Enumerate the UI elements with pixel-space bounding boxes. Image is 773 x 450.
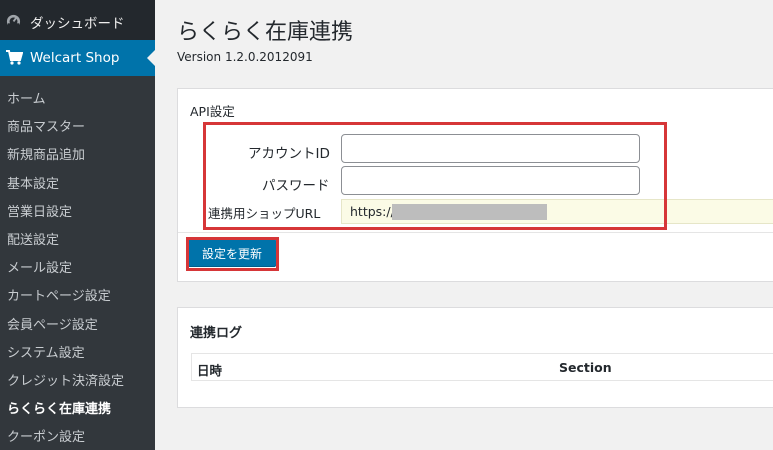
admin-sidebar: ダッシュボード Welcart Shop ホーム 商品マスター 新規商品追加 基… — [0, 0, 155, 450]
panel-heading: API設定 — [190, 104, 235, 119]
sidebar-item-label: ダッシュボード — [30, 16, 125, 32]
highlight-frame — [203, 122, 667, 230]
column-header-section: Section — [559, 360, 612, 375]
sidebar-item-shipping[interactable]: 配送設定 — [7, 229, 59, 248]
sidebar-item-member-page[interactable]: 会員ページ設定 — [7, 314, 98, 333]
sidebar-item-cart-page[interactable]: カートページ設定 — [7, 285, 111, 304]
sidebar-item-home[interactable]: ホーム — [7, 88, 46, 107]
sync-log-panel: 連携ログ 日時 Section — [177, 307, 773, 408]
sidebar-item-dashboard[interactable]: ダッシュボード — [0, 0, 155, 40]
sidebar-item-basic-settings[interactable]: 基本設定 — [7, 173, 59, 192]
sidebar-item-welcart-shop[interactable]: Welcart Shop — [0, 40, 155, 76]
panel-heading: 連携ログ — [190, 326, 243, 341]
sidebar-item-mail[interactable]: メール設定 — [7, 257, 72, 276]
divider — [178, 232, 773, 233]
current-menu-arrow — [147, 50, 155, 66]
sidebar-item-label: Welcart Shop — [30, 50, 120, 66]
cart-icon — [6, 50, 23, 65]
sidebar-item-credit-payment[interactable]: クレジット決済設定 — [7, 370, 124, 389]
dashboard-icon — [6, 14, 21, 28]
sidebar-submenu: ホーム 商品マスター 新規商品追加 基本設定 営業日設定 配送設定 メール設定 … — [0, 76, 155, 450]
sidebar-item-business-days[interactable]: 営業日設定 — [7, 201, 72, 220]
sidebar-item-item-master[interactable]: 商品マスター — [7, 116, 85, 135]
log-table-header: 日時 Section — [191, 353, 773, 381]
sidebar-item-coupon[interactable]: クーポン設定 — [7, 426, 85, 445]
button-highlight-frame — [186, 237, 279, 271]
page-title: らくらく在庫連携 — [177, 20, 354, 45]
sidebar-item-new-item[interactable]: 新規商品追加 — [7, 144, 85, 163]
api-settings-panel: API設定 アカウントID パスワード 連携用ショップURL https:// … — [177, 88, 773, 282]
sidebar-item-system[interactable]: システム設定 — [7, 342, 85, 361]
sidebar-item-stock-sync[interactable]: らくらく在庫連携 — [7, 398, 111, 417]
column-header-datetime: 日時 — [197, 363, 223, 378]
version-text: Version 1.2.0.2012091 — [177, 50, 313, 64]
